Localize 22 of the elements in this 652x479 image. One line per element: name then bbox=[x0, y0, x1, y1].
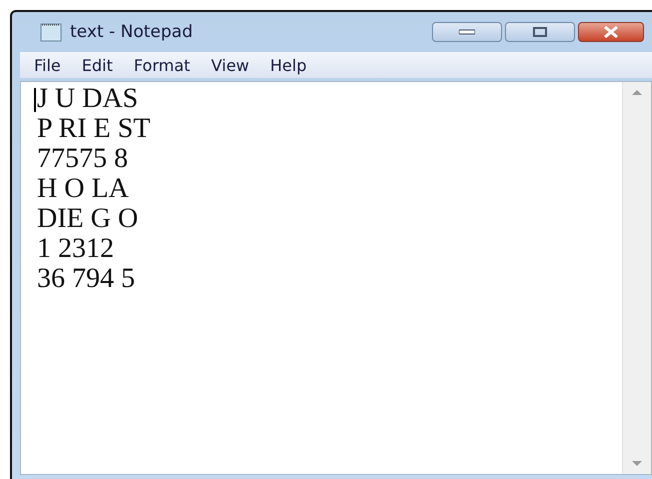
menu-item[interactable]: Help bbox=[264, 56, 316, 74]
text-line: 77575 8 bbox=[37, 144, 128, 174]
minimize-icon bbox=[459, 29, 475, 35]
maximize-icon bbox=[533, 27, 547, 37]
text-cursor bbox=[34, 88, 36, 112]
text-area[interactable]: J U DAS P RI E ST 77575 8 H O LA DIE G O 1 2312 36 794 5 bbox=[20, 81, 652, 475]
text-line: P RI E ST bbox=[37, 114, 150, 144]
text-line: 1 2312 bbox=[37, 234, 114, 264]
menu-item[interactable]: Edit bbox=[76, 56, 122, 74]
text-line: 36 794 5 bbox=[37, 264, 135, 294]
menu-item[interactable]: Format bbox=[128, 56, 200, 74]
close-icon bbox=[603, 26, 619, 38]
notepad-icon bbox=[40, 22, 64, 42]
menu-item[interactable]: View bbox=[205, 56, 258, 74]
text-line: DIE G O bbox=[37, 204, 138, 234]
close-button[interactable] bbox=[578, 22, 644, 42]
menu-item[interactable]: File bbox=[28, 56, 70, 74]
text-line: J U DAS bbox=[37, 84, 138, 114]
maximize-button[interactable] bbox=[505, 22, 575, 42]
text-line: H O LA bbox=[37, 174, 129, 204]
minimize-button[interactable] bbox=[432, 22, 502, 42]
window-title: text - Notepad bbox=[70, 22, 193, 42]
